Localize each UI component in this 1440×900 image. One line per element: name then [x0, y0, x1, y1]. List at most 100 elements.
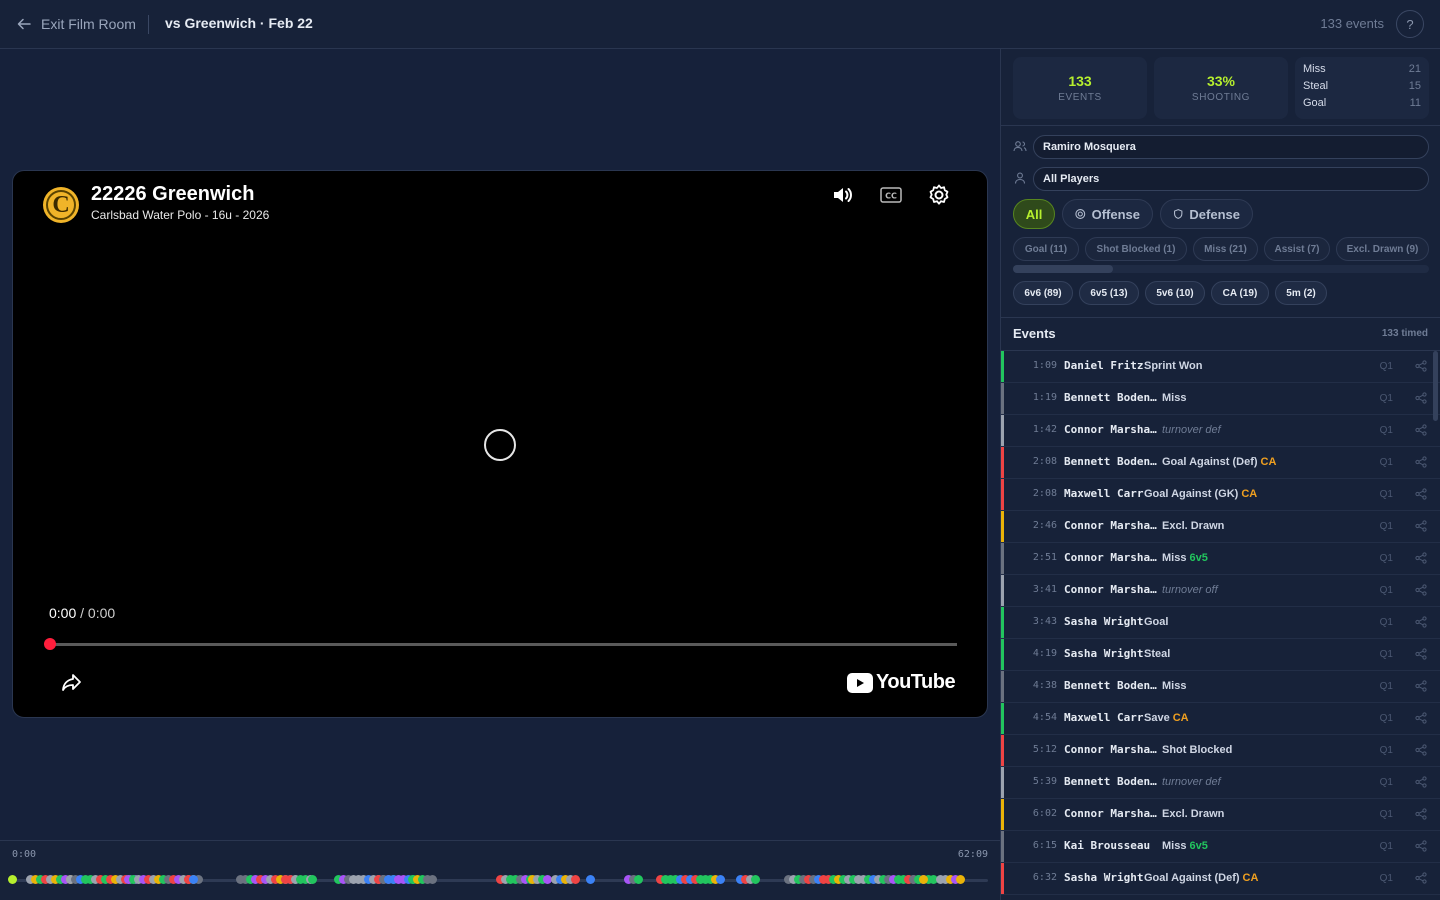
share-icon[interactable]: [1415, 808, 1427, 820]
event-player[interactable]: Bennett Boden…: [1064, 775, 1157, 788]
share-icon[interactable]: [1415, 552, 1427, 564]
timeline-event-marker[interactable]: [586, 875, 595, 884]
timeline-event-marker[interactable]: [428, 875, 437, 884]
event-row[interactable]: 5:12 Connor Marsha… Shot Blocked Q1: [1001, 735, 1440, 767]
filter-offense-button[interactable]: Offense: [1062, 199, 1153, 229]
share-icon[interactable]: [1415, 712, 1427, 724]
share-icon[interactable]: [1415, 648, 1427, 660]
event-player[interactable]: Kai Brousseau: [1064, 839, 1150, 852]
chip-6v6[interactable]: 6v6 (89): [1013, 281, 1073, 305]
event-color-bar: [1001, 639, 1004, 670]
timeline-event-marker[interactable]: [571, 875, 580, 884]
event-player[interactable]: Maxwell Carr: [1064, 487, 1143, 500]
event-row[interactable]: 1:42 Connor Marsha… turnover def Q1: [1001, 415, 1440, 447]
event-row[interactable]: 6:32 Sasha Wright Goal Against (Def) CA Q1: [1001, 863, 1440, 895]
event-tag: 6v5: [1189, 840, 1208, 852]
event-timeline[interactable]: 0:00 62:09: [0, 840, 1000, 900]
event-row[interactable]: 4:38 Bennett Boden… Miss Q1: [1001, 671, 1440, 703]
timeline-event-marker[interactable]: [751, 875, 760, 884]
scrubber-handle[interactable]: [44, 638, 56, 650]
event-player[interactable]: Sasha Wright: [1064, 647, 1143, 660]
event-player[interactable]: Connor Marsha…: [1064, 583, 1157, 596]
chip-assist[interactable]: Assist (7): [1264, 237, 1330, 261]
captions-icon[interactable]: CC: [879, 183, 903, 207]
share-icon[interactable]: [1415, 360, 1427, 372]
event-row[interactable]: 2:08 Bennett Boden… Goal Against (Def) CA Q1: [1001, 447, 1440, 479]
share-icon[interactable]: [1415, 616, 1427, 628]
event-row[interactable]: 4:54 Maxwell Carr Save CA Q1: [1001, 703, 1440, 735]
captions-text: CC: [885, 192, 897, 201]
settings-gear-icon[interactable]: [927, 183, 951, 207]
event-list-scrollbar[interactable]: [1433, 351, 1438, 421]
event-row[interactable]: 1:19 Bennett Boden… Miss Q1: [1001, 383, 1440, 415]
event-time: 2:08: [1032, 456, 1057, 467]
channel-logo[interactable]: C: [43, 187, 79, 223]
event-player[interactable]: Bennett Boden…: [1064, 679, 1157, 692]
chip-5m[interactable]: 5m (2): [1275, 281, 1327, 305]
event-time: 6:32: [1032, 872, 1057, 883]
event-player[interactable]: Connor Marsha…: [1064, 423, 1157, 436]
event-player[interactable]: Bennett Boden…: [1064, 455, 1157, 468]
exit-film-room-button[interactable]: Exit Film Room: [16, 14, 136, 34]
chips-horizontal-scrollbar[interactable]: [1013, 265, 1429, 273]
event-row[interactable]: 6:15 Kai Brousseau Miss 6v5 Q1: [1001, 831, 1440, 863]
share-icon[interactable]: [1415, 680, 1427, 692]
team-player-select[interactable]: Ramiro Mosquera: [1033, 135, 1429, 159]
share-icon[interactable]: [1415, 776, 1427, 788]
event-player[interactable]: Connor Marsha…: [1064, 551, 1157, 564]
share-arrow-icon[interactable]: [59, 671, 83, 695]
event-row[interactable]: 3:43 Sasha Wright Goal Q1: [1001, 607, 1440, 639]
volume-icon[interactable]: [831, 183, 855, 207]
event-row[interactable]: 3:41 Connor Marsha… turnover off Q1: [1001, 575, 1440, 607]
chip-5v6[interactable]: 5v6 (10): [1145, 281, 1205, 305]
timeline-event-marker[interactable]: [189, 875, 198, 884]
share-icon[interactable]: [1415, 488, 1427, 500]
share-icon[interactable]: [1415, 872, 1427, 884]
video-title[interactable]: 22226 Greenwich: [91, 183, 254, 206]
chip-excl-drawn[interactable]: Excl. Drawn (9): [1336, 237, 1429, 261]
youtube-logo[interactable]: YouTube: [847, 671, 956, 694]
event-player[interactable]: Connor Marsha…: [1064, 743, 1157, 756]
event-player[interactable]: Sasha Wright: [1064, 871, 1143, 884]
share-icon[interactable]: [1415, 520, 1427, 532]
player-select[interactable]: All Players: [1033, 167, 1429, 191]
share-icon[interactable]: [1415, 840, 1427, 852]
scrollbar-thumb[interactable]: [1013, 265, 1113, 273]
chip-goal[interactable]: Goal (11): [1013, 237, 1079, 261]
video-player[interactable]: C 22226 Greenwich Carlsbad Water Polo - …: [12, 170, 988, 718]
timeline-event-marker[interactable]: [956, 875, 965, 884]
filter-defense-button[interactable]: Defense: [1160, 199, 1253, 229]
chip-shot-blocked[interactable]: Shot Blocked (1): [1085, 237, 1187, 261]
event-row[interactable]: 4:19 Sasha Wright Steal Q1: [1001, 639, 1440, 671]
timeline-event-marker[interactable]: [308, 875, 317, 884]
chip-6v5[interactable]: 6v5 (13): [1079, 281, 1139, 305]
event-row[interactable]: 2:08 Maxwell Carr Goal Against (GK) CA Q1: [1001, 479, 1440, 511]
timeline-event-marker[interactable]: [716, 875, 725, 884]
event-player[interactable]: Daniel Fritz: [1064, 359, 1143, 372]
event-player[interactable]: Connor Marsha…: [1064, 807, 1157, 820]
filter-all-button[interactable]: All: [1013, 199, 1055, 229]
timeline-event-marker[interactable]: [8, 875, 17, 884]
chip-miss[interactable]: Miss (21): [1193, 237, 1258, 261]
share-icon[interactable]: [1415, 744, 1427, 756]
events-stat-label: EVENTS: [1058, 92, 1102, 103]
progress-bar[interactable]: [44, 638, 957, 650]
share-icon[interactable]: [1415, 584, 1427, 596]
share-icon[interactable]: [1415, 424, 1427, 436]
chip-ca[interactable]: CA (19): [1211, 281, 1269, 305]
share-icon[interactable]: [1415, 392, 1427, 404]
help-button[interactable]: ?: [1396, 10, 1424, 38]
event-player[interactable]: Maxwell Carr: [1064, 711, 1143, 724]
event-row[interactable]: 1:09 Daniel Fritz Sprint Won Q1: [1001, 351, 1440, 383]
share-icon[interactable]: [1415, 456, 1427, 468]
event-row[interactable]: 2:46 Connor Marsha… Excl. Drawn Q1: [1001, 511, 1440, 543]
event-player[interactable]: Connor Marsha…: [1064, 519, 1157, 532]
event-row[interactable]: 6:02 Connor Marsha… Excl. Drawn Q1: [1001, 799, 1440, 831]
event-player[interactable]: Bennett Boden…: [1064, 391, 1157, 404]
timeline-event-marker[interactable]: [634, 875, 643, 884]
event-row[interactable]: 2:51 Connor Marsha… Miss 6v5 Q1: [1001, 543, 1440, 575]
timeline-event-marker[interactable]: [919, 875, 928, 884]
event-action: Miss: [1162, 680, 1186, 692]
event-player[interactable]: Sasha Wright: [1064, 615, 1143, 628]
event-row[interactable]: 5:39 Bennett Boden… turnover def Q1: [1001, 767, 1440, 799]
